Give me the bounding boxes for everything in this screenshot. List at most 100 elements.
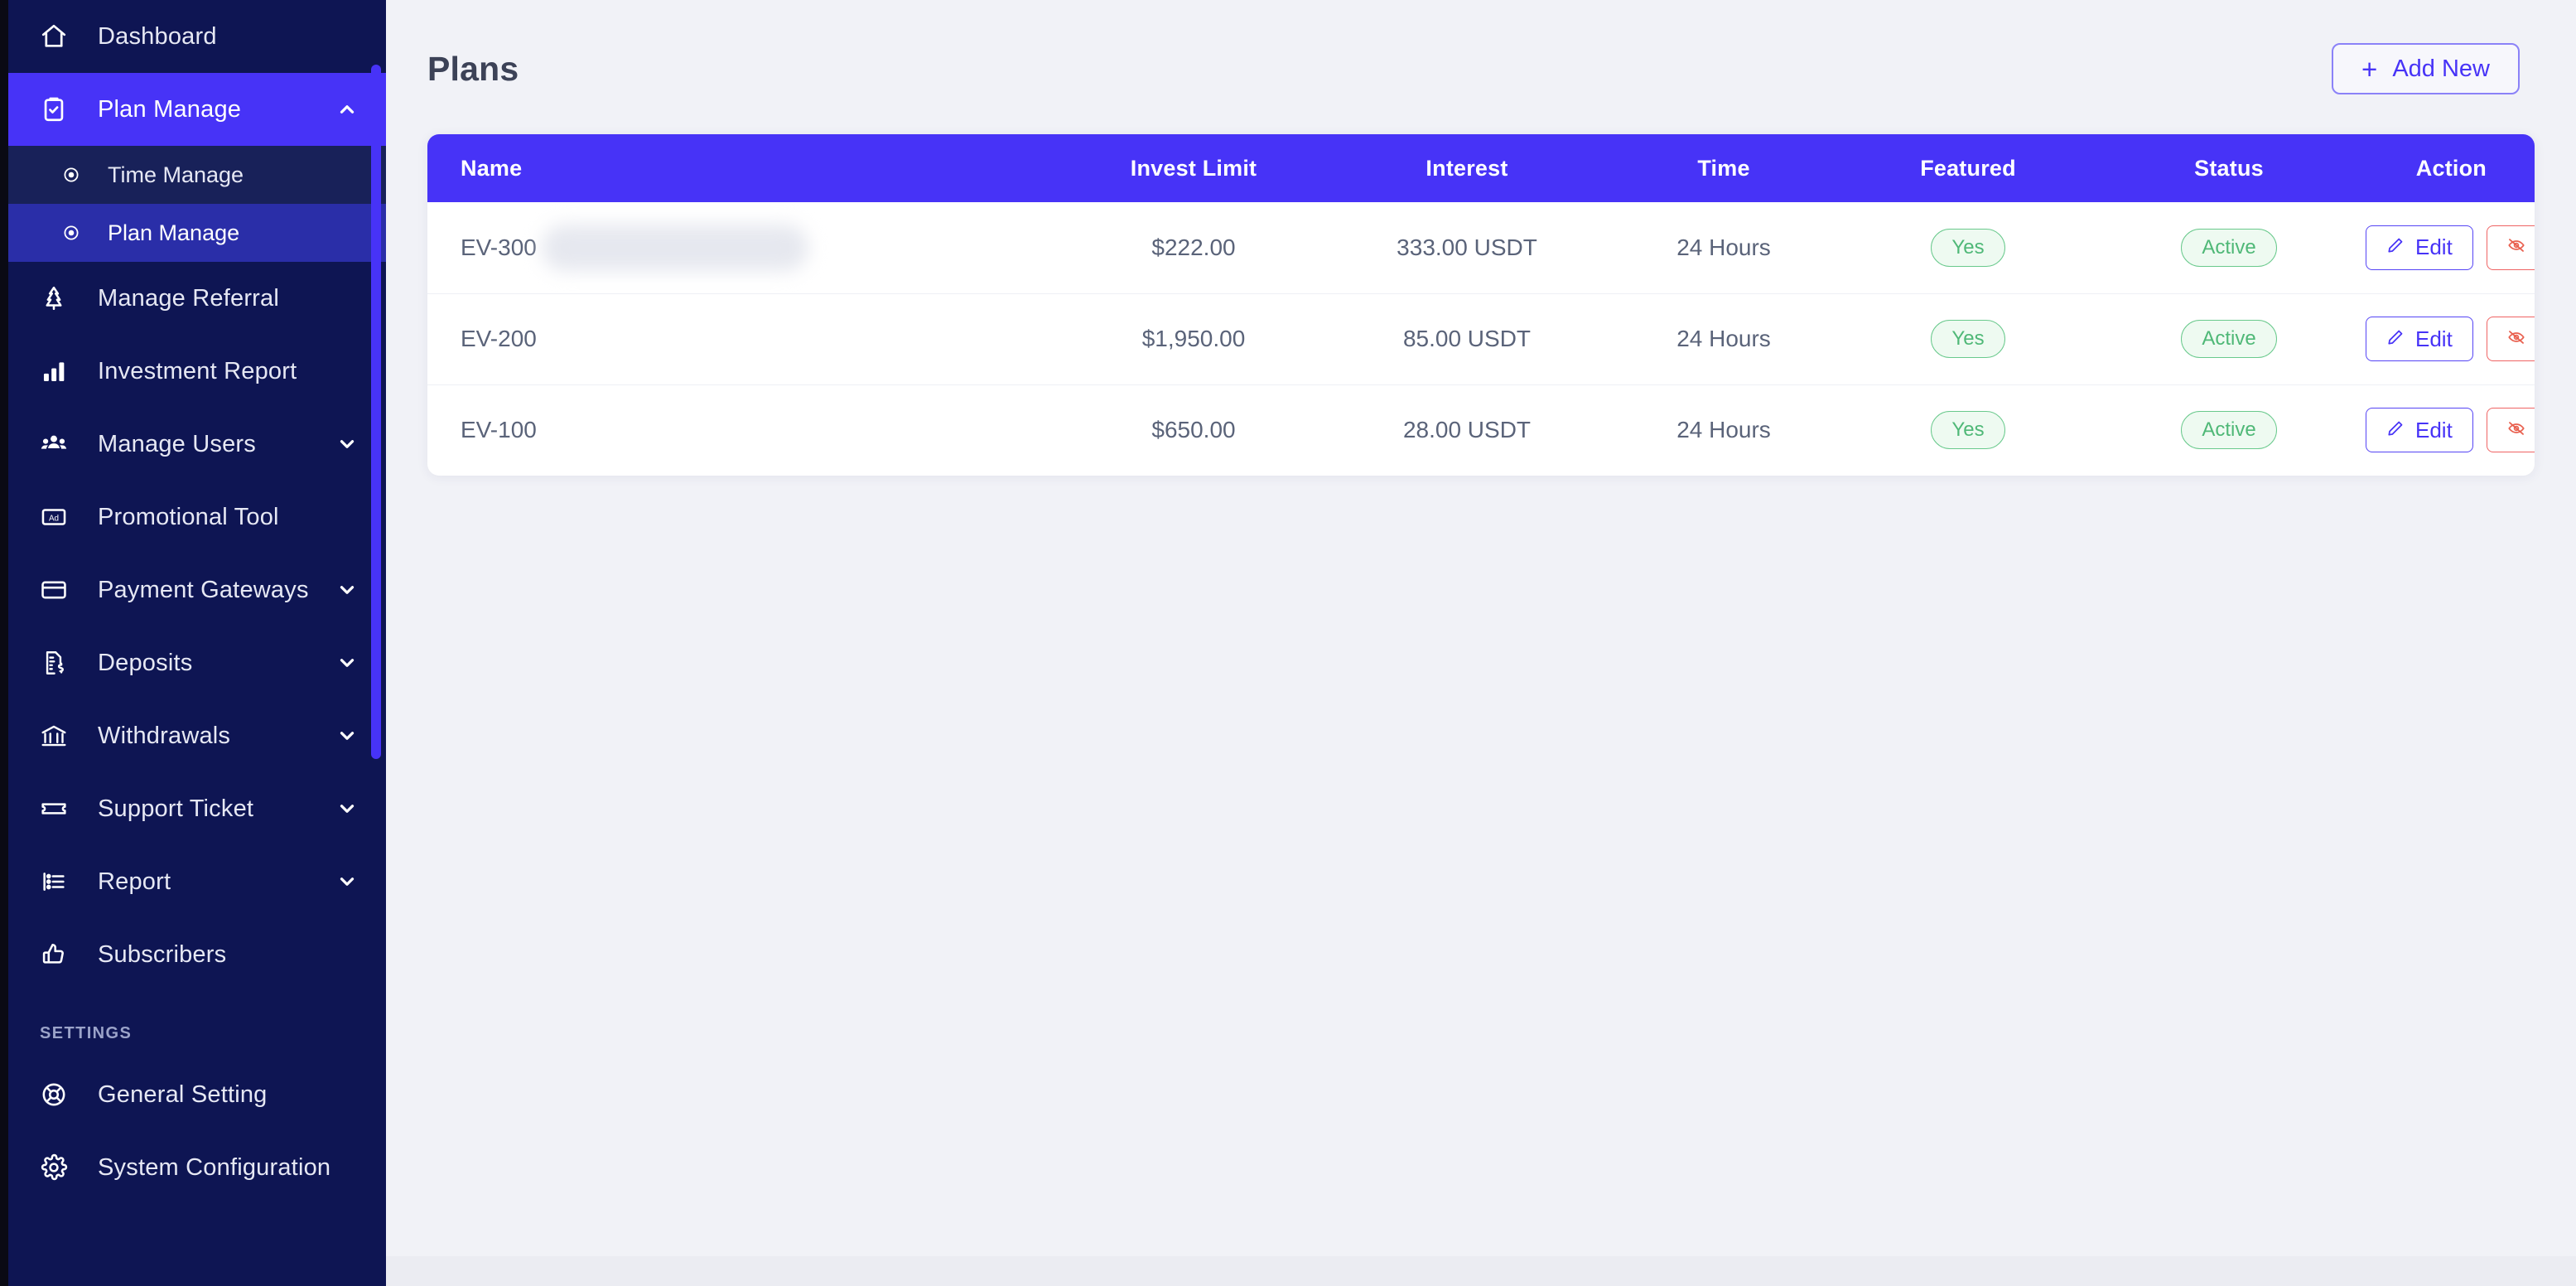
sidebar-item-general-setting[interactable]: General Setting bbox=[0, 1058, 386, 1131]
sidebar-section-settings: SETTINGS bbox=[40, 1024, 133, 1042]
chevron-down-icon[interactable] bbox=[336, 652, 358, 674]
chevron-down-icon[interactable] bbox=[336, 798, 358, 819]
disable-button[interactable]: Disable bbox=[2486, 225, 2535, 270]
svg-text:Ad: Ad bbox=[49, 514, 59, 523]
cell-invest-limit: $1,950.00 bbox=[1057, 292, 1330, 384]
redaction-blur bbox=[542, 225, 808, 271]
tree-icon bbox=[40, 284, 78, 312]
edit-button[interactable]: Edit bbox=[2366, 317, 2473, 361]
table-row: EV-300 $222.00 333.00 USDT 24 Hours Yes … bbox=[427, 202, 2535, 293]
edit-button[interactable]: Edit bbox=[2366, 408, 2473, 453]
list-icon bbox=[40, 868, 78, 896]
status-badge: Active bbox=[2181, 411, 2277, 450]
sidebar-scrollbar[interactable] bbox=[371, 65, 381, 759]
plan-name: EV-300 bbox=[461, 234, 537, 260]
footer-bar bbox=[386, 1256, 2576, 1286]
action-buttons: Edit Disable bbox=[2366, 408, 2535, 453]
sidebar-item-promotional-tool[interactable]: Ad Promotional Tool bbox=[0, 481, 386, 554]
chevron-down-icon[interactable] bbox=[336, 433, 358, 455]
plans-table: Name Invest Limit Interest Time Featured… bbox=[427, 134, 2535, 476]
sidebar-item-label: Promotional Tool bbox=[98, 503, 279, 530]
sidebar-scroll-content: Dashboard Plan Manage Time Manage Plan M… bbox=[0, 0, 386, 1254]
eye-slash-icon bbox=[2507, 418, 2525, 443]
cell-action: Edit Disable bbox=[2366, 384, 2535, 476]
cell-featured: Yes bbox=[1844, 292, 2092, 384]
add-new-label: Add New bbox=[2392, 55, 2490, 82]
column-header-featured: Featured bbox=[1844, 134, 2092, 202]
sidebar-item-manage-referral[interactable]: Manage Referral bbox=[0, 262, 386, 335]
sidebar-item-label: Support Ticket bbox=[98, 795, 254, 822]
featured-badge: Yes bbox=[1931, 320, 2005, 358]
cell-name: EV-200 bbox=[427, 292, 1057, 384]
sidebar-item-label: Deposits bbox=[98, 649, 193, 676]
cell-time: 24 Hours bbox=[1604, 292, 1844, 384]
sidebar-item-plan-manage[interactable]: Plan Manage bbox=[0, 73, 386, 146]
sidebar-item-payment-gateways[interactable]: Payment Gateways bbox=[0, 554, 386, 626]
table-body: EV-300 $222.00 333.00 USDT 24 Hours Yes … bbox=[427, 202, 2535, 476]
sidebar-item-report[interactable]: Report bbox=[0, 845, 386, 918]
action-buttons: Edit Disable bbox=[2366, 317, 2535, 361]
sidebar-item-subscribers[interactable]: Subscribers bbox=[0, 918, 386, 991]
edit-button[interactable]: Edit bbox=[2366, 225, 2473, 270]
edit-label: Edit bbox=[2415, 417, 2453, 442]
edit-label: Edit bbox=[2415, 234, 2453, 260]
table-row: EV-100 $650.00 28.00 USDT 24 Hours Yes A… bbox=[427, 384, 2535, 476]
sidebar-item-label: Withdrawals bbox=[98, 722, 231, 749]
thumbs-up-icon bbox=[40, 940, 78, 969]
plans-table-card: Name Invest Limit Interest Time Featured… bbox=[427, 134, 2535, 476]
column-header-action: Action bbox=[2366, 134, 2535, 202]
sidebar-item-withdrawals[interactable]: Withdrawals bbox=[0, 699, 386, 772]
sidebar-item-label: Payment Gateways bbox=[98, 576, 309, 603]
sidebar-item-investment-report[interactable]: Investment Report bbox=[0, 335, 386, 408]
bar-chart-icon bbox=[40, 357, 78, 385]
radio-dot-icon bbox=[61, 223, 89, 243]
sidebar-item-label: System Configuration bbox=[98, 1153, 331, 1181]
cell-action: Edit Disable bbox=[2366, 202, 2535, 293]
add-new-button[interactable]: + Add New bbox=[2332, 43, 2520, 94]
pencil-icon bbox=[2386, 234, 2405, 260]
cell-interest: 333.00 USDT bbox=[1397, 234, 1537, 260]
sidebar-subitem-label: Plan Manage bbox=[108, 220, 240, 245]
sidebar-item-label: Manage Users bbox=[98, 430, 256, 457]
sidebar-item-manage-users[interactable]: Manage Users bbox=[0, 408, 386, 481]
status-badge: Active bbox=[2181, 320, 2277, 358]
sidebar-item-deposits[interactable]: Deposits bbox=[0, 626, 386, 699]
cell-featured: Yes bbox=[1844, 202, 2092, 293]
sidebar-item-support-ticket[interactable]: Support Ticket bbox=[0, 772, 386, 845]
disable-button[interactable]: Disable bbox=[2486, 317, 2535, 361]
ad-icon: Ad bbox=[40, 503, 78, 531]
disable-button[interactable]: Disable bbox=[2486, 408, 2535, 453]
sidebar: Dashboard Plan Manage Time Manage Plan M… bbox=[0, 0, 386, 1286]
sidebar-item-label: Investment Report bbox=[98, 357, 297, 384]
column-header-time: Time bbox=[1604, 134, 1844, 202]
sidebar-item-system-configuration[interactable]: System Configuration bbox=[0, 1131, 386, 1204]
pencil-icon bbox=[2386, 418, 2405, 443]
sidebar-subitem-plan-manage[interactable]: Plan Manage bbox=[0, 204, 386, 262]
gear-icon bbox=[40, 1153, 78, 1182]
column-header-invest-limit: Invest Limit bbox=[1057, 134, 1330, 202]
life-ring-icon bbox=[40, 1081, 78, 1109]
clipboard-check-icon bbox=[40, 95, 78, 123]
sidebar-item-label: Plan Manage bbox=[98, 95, 242, 123]
sidebar-item-dashboard[interactable]: Dashboard bbox=[0, 0, 386, 73]
cell-time: 24 Hours bbox=[1676, 234, 1771, 260]
plus-icon: + bbox=[2361, 53, 2378, 85]
sidebar-item-label: Subscribers bbox=[98, 940, 227, 968]
sidebar-subitem-time-manage[interactable]: Time Manage bbox=[0, 146, 386, 204]
cell-name: EV-300 bbox=[427, 202, 1057, 293]
status-badge: Active bbox=[2181, 228, 2277, 267]
cell-time: 24 Hours bbox=[1604, 384, 1844, 476]
cell-status: Active bbox=[2092, 292, 2366, 384]
cell-invest-limit: $650.00 bbox=[1057, 384, 1330, 476]
edit-label: Edit bbox=[2415, 326, 2453, 351]
window-left-edge bbox=[0, 0, 8, 1286]
sidebar-bottom-spacer bbox=[0, 1204, 386, 1254]
column-header-name: Name bbox=[427, 134, 1057, 202]
column-header-interest: Interest bbox=[1330, 134, 1604, 202]
chevron-down-icon[interactable] bbox=[336, 871, 358, 892]
chevron-up-icon[interactable] bbox=[336, 99, 358, 120]
users-icon bbox=[40, 430, 78, 458]
chevron-down-icon[interactable] bbox=[336, 725, 358, 747]
chevron-down-icon[interactable] bbox=[336, 579, 358, 601]
cell-interest: 85.00 USDT bbox=[1330, 292, 1604, 384]
